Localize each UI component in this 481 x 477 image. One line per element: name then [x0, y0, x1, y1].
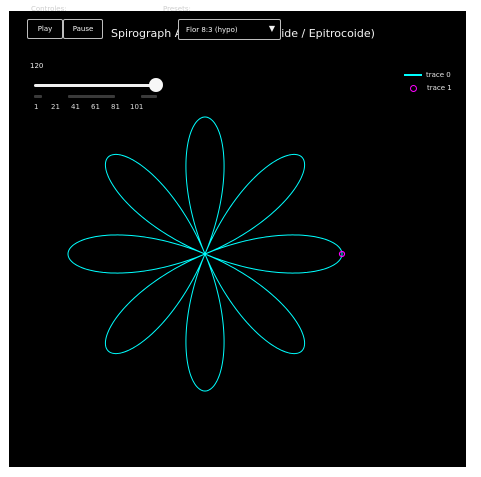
step-marker [34, 95, 42, 98]
legend-label: trace 0 [426, 71, 451, 79]
chevron-down-icon: ▼ [268, 24, 275, 33]
trace-0-line [67, 116, 343, 392]
frame-slider-track[interactable] [34, 84, 156, 87]
slider-current-value: 120 [30, 62, 44, 70]
slider-tick-label: 41 [71, 103, 80, 111]
legend-marker-icon [410, 84, 417, 92]
presets-label: Presets: [163, 5, 191, 13]
slider-tick-label: 61 [91, 103, 100, 111]
slider-tick-label: 81 [111, 103, 120, 111]
play-button[interactable]: Play [27, 19, 63, 39]
controls-label: Controles: [31, 5, 67, 13]
legend-label: trace 1 [427, 84, 452, 92]
presets-selected-value: Flor 8:3 (hypo) [186, 25, 238, 34]
legend-line-icon [404, 74, 422, 76]
step-marker [141, 95, 157, 98]
step-marker [68, 95, 115, 98]
slider-tick-label: 101 [130, 103, 144, 111]
slider-tick-label: 1 [34, 103, 39, 111]
pause-button[interactable]: Pause [63, 19, 103, 39]
frame-slider-handle[interactable] [149, 78, 163, 92]
slider-tick-label: 21 [51, 103, 60, 111]
presets-dropdown[interactable]: Flor 8:3 (hypo) ▼ [178, 19, 281, 40]
legend-item-trace-0[interactable]: trace 0 [404, 71, 451, 79]
legend-item-trace-1[interactable]: trace 1 [404, 84, 452, 92]
